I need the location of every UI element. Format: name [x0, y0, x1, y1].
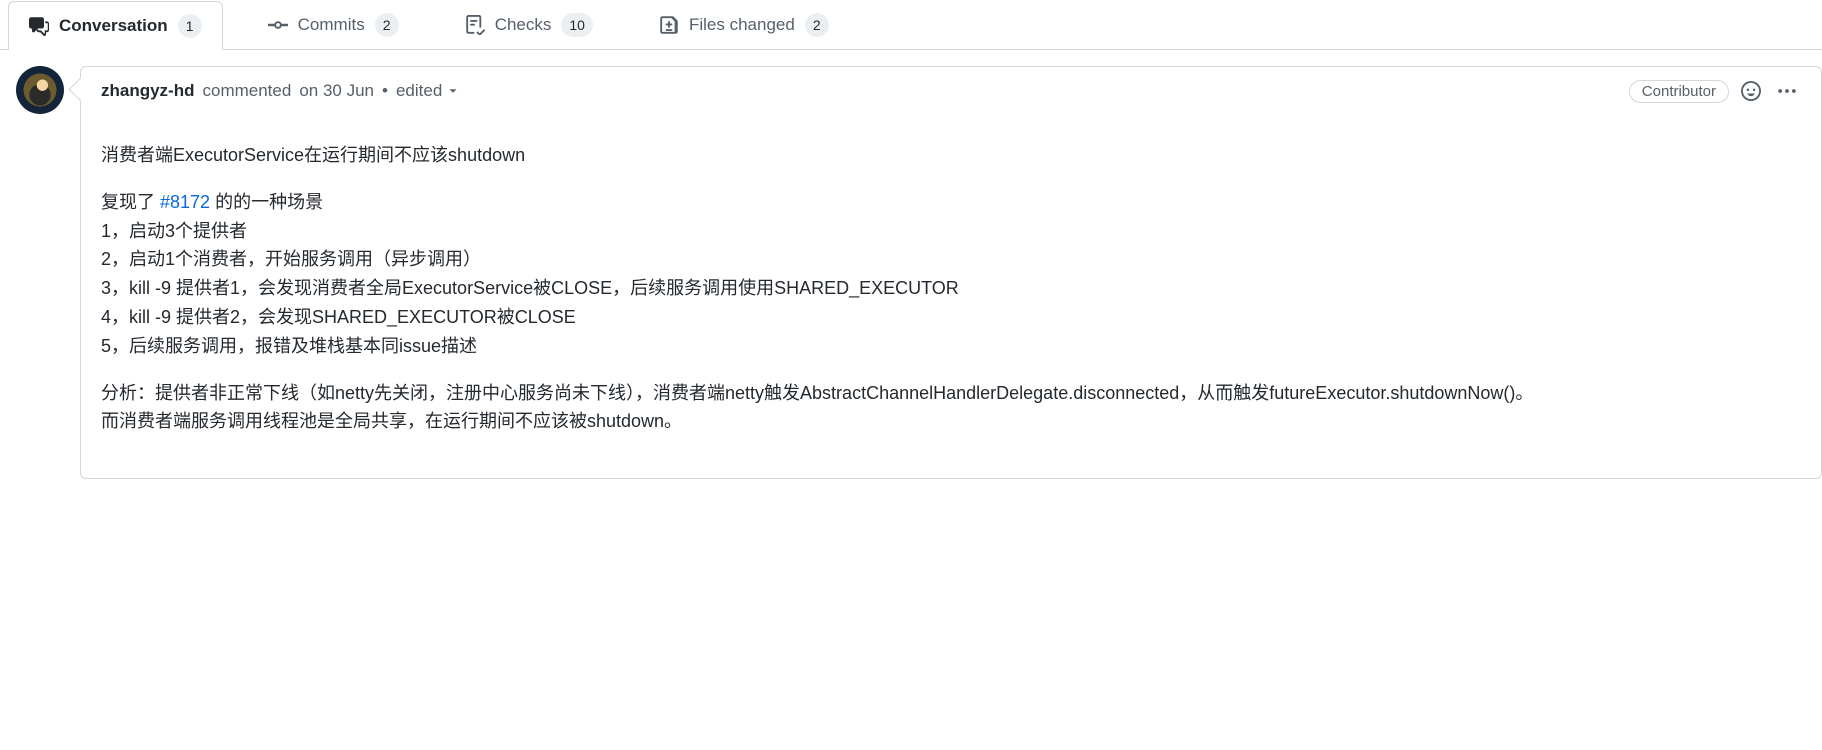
tab-checks-count: 10	[561, 13, 593, 37]
tab-files[interactable]: Files changed 2	[638, 0, 850, 49]
comment-header: zhangyz-hd commented on 30 Jun • edited …	[81, 67, 1821, 115]
body-paragraph: 复现了 #8172 的的一种场景 1，启动3个提供者 2，启动1个消费者，开始服…	[101, 188, 1801, 361]
tab-checks[interactable]: Checks 10	[444, 0, 614, 49]
kebab-horizontal-icon	[1777, 81, 1797, 101]
meta-separator: •	[382, 81, 388, 101]
issue-link[interactable]: #8172	[160, 192, 210, 212]
smiley-icon	[1741, 81, 1761, 101]
tab-conversation-count: 1	[178, 14, 202, 38]
tab-commits[interactable]: Commits 2	[247, 0, 420, 49]
avatar[interactable]	[16, 66, 64, 114]
body-paragraph: 消费者端ExecutorService在运行期间不应该shutdown	[101, 141, 1801, 170]
comment-body: 消费者端ExecutorService在运行期间不应该shutdown 复现了 …	[81, 115, 1821, 478]
edited-dropdown[interactable]: edited	[396, 81, 460, 101]
add-reaction-button[interactable]	[1737, 77, 1765, 105]
git-commit-icon	[268, 15, 288, 35]
tab-files-count: 2	[805, 13, 829, 37]
comment-action: commented	[203, 81, 292, 101]
tab-files-label: Files changed	[689, 15, 795, 35]
comment-timestamp[interactable]: on 30 Jun	[299, 81, 374, 101]
comment-discussion-icon	[29, 16, 49, 36]
body-line: 5，后续服务调用，报错及堆栈基本同issue描述	[101, 336, 477, 356]
body-line: 3，kill -9 提供者1，会发现消费者全局ExecutorService被C…	[101, 278, 959, 298]
tab-checks-label: Checks	[495, 15, 552, 35]
contributor-badge: Contributor	[1629, 80, 1729, 103]
chevron-down-icon	[446, 84, 460, 98]
checklist-icon	[465, 15, 485, 35]
tab-conversation-label: Conversation	[59, 16, 168, 36]
tab-conversation[interactable]: Conversation 1	[8, 1, 223, 50]
file-diff-icon	[659, 15, 679, 35]
body-line: 4，kill -9 提供者2，会发现SHARED_EXECUTOR被CLOSE	[101, 307, 576, 327]
tab-commits-label: Commits	[298, 15, 365, 35]
comment-container: zhangyz-hd commented on 30 Jun • edited …	[80, 66, 1822, 479]
tab-commits-count: 2	[375, 13, 399, 37]
body-line: 1，启动3个提供者	[101, 221, 247, 241]
kebab-menu-button[interactable]	[1773, 77, 1801, 105]
comment-thread: zhangyz-hd commented on 30 Jun • edited …	[0, 50, 1822, 479]
edited-label: edited	[396, 81, 442, 101]
body-line: 2，启动1个消费者，开始服务调用（异步调用）	[101, 249, 481, 269]
pr-tabnav: Conversation 1 Commits 2 Checks 10 Files…	[0, 0, 1822, 50]
comment-author[interactable]: zhangyz-hd	[101, 81, 195, 101]
body-paragraph: 分析：提供者非正常下线（如netty先关闭，注册中心服务尚未下线），消费者端ne…	[101, 379, 1801, 437]
